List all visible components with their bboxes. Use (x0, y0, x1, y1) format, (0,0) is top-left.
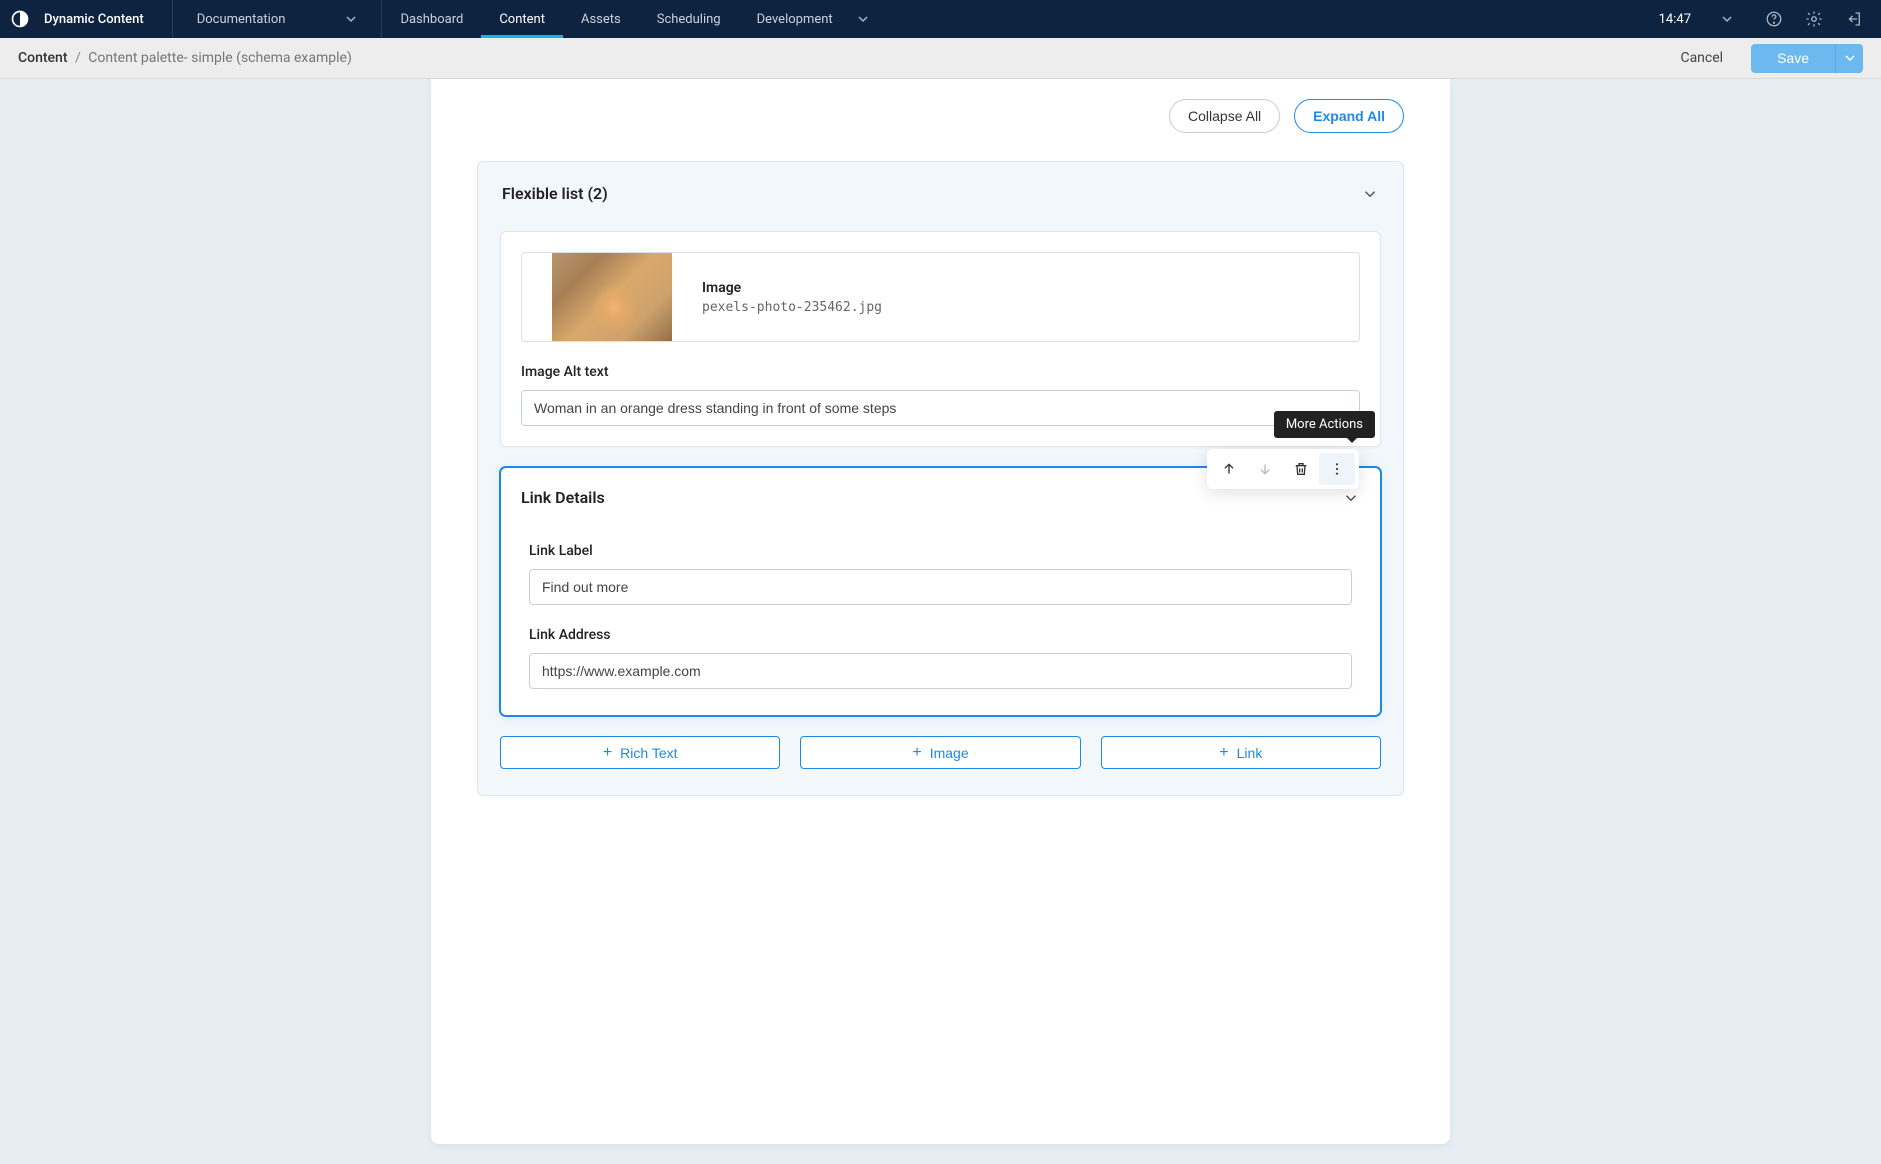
arrow-up-icon (1221, 461, 1237, 477)
cancel-button[interactable]: Cancel (1680, 50, 1723, 66)
flexible-list-title: Flexible list (2) (502, 184, 608, 203)
item-toolbar (1207, 449, 1359, 489)
brand-logo-icon (10, 9, 30, 29)
add-rich-text-button[interactable]: +Rich Text (500, 736, 780, 769)
chevron-down-icon[interactable] (1361, 185, 1379, 203)
nav-content[interactable]: Content (481, 0, 563, 38)
add-link-button[interactable]: +Link (1101, 736, 1381, 769)
logout-icon[interactable] (1845, 10, 1863, 28)
brand-title: Dynamic Content (44, 12, 144, 27)
image-filename: pexels-photo-235462.jpg (702, 300, 882, 315)
chevron-down-icon[interactable] (1342, 489, 1360, 507)
trash-icon (1293, 461, 1309, 477)
crumb-root[interactable]: Content (18, 50, 68, 66)
plus-icon: + (912, 745, 921, 761)
move-up-button[interactable] (1211, 453, 1247, 485)
brand-area: Dynamic Content (0, 0, 173, 38)
image-chooser[interactable]: Image pexels-photo-235462.jpg (521, 252, 1360, 342)
chevron-down-icon (1721, 13, 1733, 25)
help-icon[interactable] (1765, 10, 1783, 28)
nav-scheduling[interactable]: Scheduling (639, 0, 739, 38)
breadcrumb: Content / Content palette- simple (schem… (18, 50, 352, 66)
flexible-list-card: Flexible list (2) Image pexels-photo-235… (477, 161, 1404, 796)
image-type-label: Image (702, 280, 882, 296)
add-buttons-row: +Rich Text +Image +Link (500, 736, 1381, 769)
nav-dashboard[interactable]: Dashboard (382, 0, 481, 38)
image-alt-input[interactable] (521, 390, 1360, 426)
link-address-input[interactable] (529, 653, 1352, 689)
time-dropdown[interactable]: 14:47 (1659, 12, 1743, 27)
image-item-card: Image pexels-photo-235462.jpg Image Alt … (500, 231, 1381, 447)
top-nav: Dynamic Content Documentation Dashboard … (0, 0, 1881, 38)
editor-panel: Collapse All Expand All Flexible list (2… (431, 79, 1450, 1144)
save-button[interactable]: Save (1751, 44, 1835, 73)
more-vertical-icon (1329, 461, 1345, 477)
crumb-leaf: Content palette- simple (schema example) (88, 50, 352, 66)
collapse-all-button[interactable]: Collapse All (1169, 99, 1280, 133)
add-image-button[interactable]: +Image (800, 736, 1080, 769)
save-dropdown-button[interactable] (1835, 44, 1863, 73)
image-alt-label: Image Alt text (521, 364, 1360, 380)
development-label: Development (757, 12, 833, 27)
plus-icon: + (1219, 745, 1228, 761)
more-actions-button[interactable] (1319, 453, 1355, 485)
link-details-title: Link Details (521, 488, 605, 507)
documentation-label: Documentation (197, 12, 286, 27)
documentation-dropdown[interactable]: Documentation (173, 0, 383, 38)
chevron-down-icon (857, 13, 869, 25)
more-actions-tooltip: More Actions (1274, 411, 1375, 438)
arrow-down-icon (1257, 461, 1273, 477)
nav-items: Dashboard Content Assets Scheduling (382, 0, 738, 38)
development-dropdown[interactable]: Development (739, 0, 887, 38)
time-display: 14:47 (1659, 12, 1691, 27)
link-label-input[interactable] (529, 569, 1352, 605)
link-label-label: Link Label (529, 543, 1352, 559)
expand-all-button[interactable]: Expand All (1294, 99, 1404, 133)
content-stage: Collapse All Expand All Flexible list (2… (0, 79, 1881, 1164)
sub-bar: Content / Content palette- simple (schem… (0, 38, 1881, 79)
plus-icon: + (603, 745, 612, 761)
caret-down-icon (1845, 53, 1855, 63)
gear-icon[interactable] (1805, 10, 1823, 28)
nav-assets[interactable]: Assets (563, 0, 639, 38)
move-down-button[interactable] (1247, 453, 1283, 485)
delete-button[interactable] (1283, 453, 1319, 485)
image-thumbnail (552, 253, 672, 341)
link-item-card: Link Details Link Label Link Address (500, 467, 1381, 716)
chevron-down-icon (345, 13, 357, 25)
link-address-label: Link Address (529, 627, 1352, 643)
